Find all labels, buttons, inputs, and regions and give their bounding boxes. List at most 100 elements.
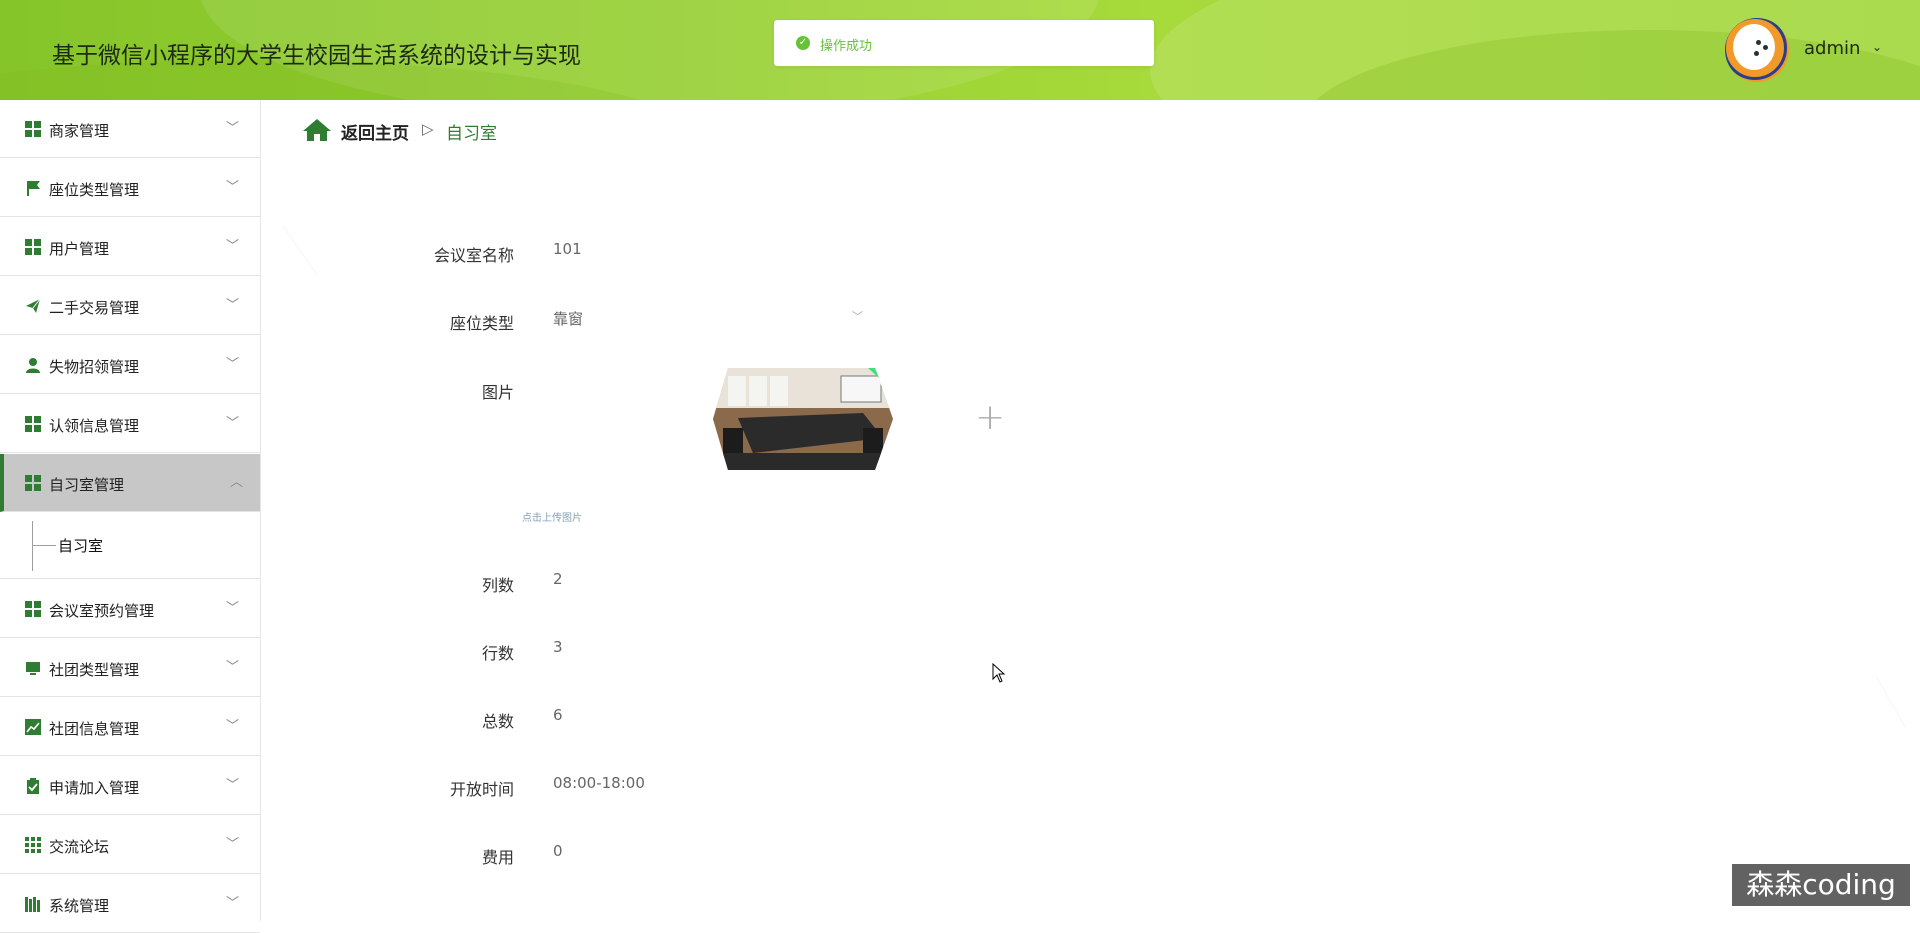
check-circle-icon: ✓	[796, 36, 810, 50]
flag-icon	[25, 180, 41, 196]
form-label: 行数	[481, 644, 514, 663]
sidebar-item-users[interactable]: 用户管理 ﹀	[0, 218, 260, 276]
sidebar-item-merchant[interactable]: 商家管理 ﹀	[0, 100, 260, 158]
clipboard-check-icon	[25, 778, 41, 794]
user-icon	[25, 357, 41, 373]
form-label: 会议室名称	[433, 246, 514, 265]
sidebar-item-label: 认领信息管理	[49, 417, 140, 435]
seat-type-select[interactable]: 靠窗	[553, 308, 583, 329]
form-row-columns: 列数 2	[380, 568, 1080, 598]
sidebar-item-meeting-booking[interactable]: 会议室预约管理 ﹀	[0, 580, 260, 638]
sidebar-item-club-type[interactable]: 社团类型管理 ﹀	[0, 639, 260, 697]
form-label: 开放时间	[449, 780, 514, 799]
sidebar-subitem-study-room[interactable]: 自习室	[0, 513, 260, 579]
form-row-name: 会议室名称 101	[380, 238, 1080, 268]
sidebar-item-label: 社团类型管理	[49, 661, 140, 679]
toast-message: 操作成功	[820, 39, 873, 54]
form-row-rows: 行数 3	[380, 636, 1080, 666]
chevron-down-icon: ﹀	[226, 298, 240, 313]
chevron-down-icon: ﹀	[226, 180, 240, 195]
chevron-down-icon: ﹀	[226, 601, 240, 616]
sidebar-item-label: 自习室管理	[49, 476, 125, 494]
sidebar-item-label: 用户管理	[49, 240, 110, 258]
bars-icon	[25, 896, 41, 912]
avatar-ring	[1725, 18, 1787, 80]
form-label: 总数	[481, 712, 514, 731]
columns-input[interactable]: 2	[553, 570, 563, 588]
sidebar-item-forum[interactable]: 交流论坛 ﹀	[0, 816, 260, 874]
upload-add-button[interactable]: +	[975, 400, 1005, 436]
breadcrumb-current: 自习室	[446, 124, 497, 144]
chevron-down-icon: ﹀	[226, 896, 240, 911]
sidebar-item-label: 失物招领管理	[49, 358, 140, 376]
paper-plane-icon	[25, 298, 41, 314]
chevron-down-icon: ﹀	[226, 778, 240, 793]
chevron-down-icon[interactable]: ⌄	[1872, 40, 1882, 54]
sidebar-item-label: 社团信息管理	[49, 720, 140, 738]
chevron-down-icon: ﹀	[226, 660, 240, 675]
open-time-input[interactable]: 08:00-18:00	[553, 774, 645, 792]
sidebar: 商家管理 ﹀ 座位类型管理 ﹀ 用户管理 ﹀ 二手交易管理 ﹀ 失物招领管理 ﹀…	[0, 100, 261, 933]
form-label: 图片	[481, 383, 514, 402]
top-header: 基于微信小程序的大学生校园生活系统的设计与实现 ✓ 操作成功 admin ⌄	[0, 0, 1920, 100]
form-label: 费用	[481, 848, 514, 867]
form-row-seat-type: 座位类型 靠窗 ﹀	[380, 306, 1080, 336]
breadcrumb-home-link[interactable]: 返回主页	[341, 119, 409, 144]
grid-icon	[25, 121, 41, 137]
avatar[interactable]	[1725, 18, 1789, 82]
tree-line	[32, 521, 33, 571]
background-decoration	[1874, 674, 1906, 727]
sidebar-item-label: 申请加入管理	[49, 779, 140, 797]
chevron-down-icon: ﹀	[226, 416, 240, 431]
sidebar-item-club-info[interactable]: 社团信息管理 ﹀	[0, 698, 260, 756]
sidebar-item-system[interactable]: 系统管理 ﹀	[0, 875, 260, 933]
grid-icon	[25, 475, 41, 491]
chevron-down-icon: ﹀	[226, 121, 240, 136]
grid-icon	[25, 416, 41, 432]
sidebar-item-claim-info[interactable]: 认领信息管理 ﹀	[0, 395, 260, 453]
tree-line	[32, 545, 56, 546]
sidebar-item-study-room[interactable]: 自习室管理 ︿	[0, 454, 260, 512]
sidebar-subitem-label: 自习室	[58, 537, 104, 555]
home-icon[interactable]	[302, 118, 332, 142]
sidebar-item-label: 系统管理	[49, 897, 110, 915]
form-label: 座位类型	[449, 314, 514, 333]
chevron-down-icon: ﹀	[226, 719, 240, 734]
form-row-total: 总数 6	[380, 704, 1080, 734]
sidebar-item-label: 商家管理	[49, 122, 110, 140]
fee-input[interactable]: 0	[553, 842, 563, 860]
watermark: 森森coding	[1732, 864, 1910, 906]
chevron-down-icon: ﹀	[226, 837, 240, 852]
monitor-icon	[25, 660, 41, 676]
grid-icon	[25, 239, 41, 255]
success-toast: ✓ 操作成功	[774, 20, 1154, 66]
chart-icon	[25, 719, 41, 735]
chevron-down-icon: ﹀	[226, 239, 240, 254]
mouse-cursor-icon	[992, 662, 1006, 687]
sidebar-item-secondhand[interactable]: 二手交易管理 ﹀	[0, 277, 260, 335]
chevron-up-icon: ︿	[230, 475, 244, 490]
sidebar-item-seat-type[interactable]: 座位类型管理 ﹀	[0, 159, 260, 217]
room-image-preview[interactable]	[713, 368, 893, 470]
form-row-open-time: 开放时间 08:00-18:00	[380, 772, 1080, 802]
app-title: 基于微信小程序的大学生校园生活系统的设计与实现	[52, 43, 581, 69]
total-input[interactable]: 6	[553, 706, 563, 724]
chevron-down-icon: ﹀	[226, 357, 240, 372]
chevron-down-icon[interactable]: ﹀	[852, 308, 863, 324]
sidebar-item-join-request[interactable]: 申请加入管理 ﹀	[0, 757, 260, 815]
form-label: 列数	[481, 576, 514, 595]
sidebar-item-label: 二手交易管理	[49, 299, 140, 317]
room-name-input[interactable]: 101	[553, 240, 582, 258]
breadcrumb-separator-icon: ▷	[422, 120, 434, 138]
background-decoration	[282, 225, 318, 276]
sidebar-item-label: 交流论坛	[49, 838, 110, 856]
user-menu-name[interactable]: admin	[1804, 38, 1860, 59]
grid9-icon	[25, 837, 41, 853]
sidebar-item-label: 会议室预约管理	[49, 602, 155, 620]
sidebar-item-lost-found[interactable]: 失物招领管理 ﹀	[0, 336, 260, 394]
rows-input[interactable]: 3	[553, 638, 563, 656]
grid-icon	[25, 601, 41, 617]
sidebar-item-label: 座位类型管理	[49, 181, 140, 199]
form-row-fee: 费用 0	[380, 840, 1080, 870]
upload-hint[interactable]: 点击上传图片	[522, 509, 582, 524]
